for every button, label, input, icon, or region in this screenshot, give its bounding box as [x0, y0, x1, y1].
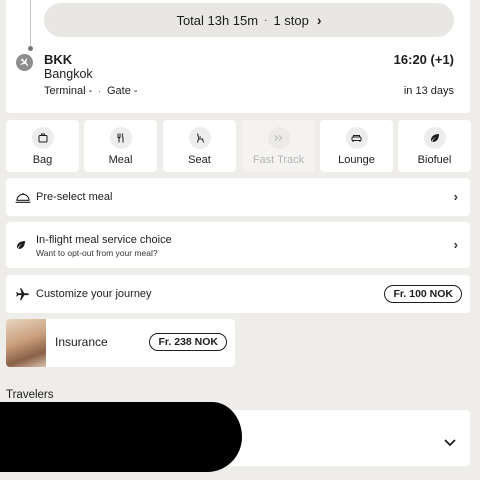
meal-icon: [109, 127, 132, 149]
separator-dot: ·: [264, 14, 268, 26]
total-duration-button[interactable]: Total 13h 15m · 1 stop ›: [44, 3, 454, 37]
terminal-text: Terminal -: [44, 85, 93, 97]
service-label: Biofuel: [417, 154, 452, 166]
chevron-right-icon: ›: [316, 12, 322, 28]
separator-dot: ·: [98, 86, 101, 96]
seat-icon: [188, 127, 211, 149]
insurance-photo: [6, 319, 46, 367]
fast-track-icon: [267, 127, 290, 149]
insurance-label: Insurance: [55, 335, 108, 349]
service-tile-lounge[interactable]: Lounge: [320, 120, 393, 172]
service-tile-seat[interactable]: Seat: [163, 120, 236, 172]
service-tile-fast-track: Fast Track: [242, 120, 315, 172]
departure-countdown: in 13 days: [403, 85, 454, 97]
customize-journey-row[interactable]: Customize your journey Fr. 100 NOK: [6, 275, 470, 313]
inflight-meal-subtext: Want to opt-out from your meal?: [36, 248, 158, 258]
preselect-meal-label: Pre-select meal: [36, 191, 113, 203]
leaf-icon: [15, 239, 27, 251]
service-tile-meal[interactable]: Meal: [84, 120, 157, 172]
timeline-dot: [28, 46, 33, 51]
service-tile-bag[interactable]: Bag: [6, 120, 79, 172]
meal-dish-icon: [15, 190, 31, 204]
travelers-heading: Travelers: [6, 389, 54, 401]
gate-text: Gate -: [106, 85, 138, 97]
chevron-right-icon: ›: [453, 189, 458, 204]
chevron-right-icon: ›: [453, 237, 458, 252]
terminal-gate-info: Terminal - · Gate -: [44, 85, 138, 97]
stops-text: 1 stop: [273, 12, 309, 28]
customize-journey-label: Customize your journey: [36, 288, 152, 300]
arrival-time: 16:20 (+1): [393, 52, 454, 67]
arrival-plane-icon: [16, 54, 33, 71]
lounge-icon: [345, 127, 368, 149]
service-label: Fast Track: [252, 154, 305, 166]
inflight-meal-label: In-flight meal service choice: [36, 234, 172, 246]
inflight-meal-row[interactable]: In-flight meal service choice Want to op…: [6, 222, 470, 268]
arrival-airport-code: BKK: [44, 52, 73, 67]
airplane-icon: [15, 287, 30, 302]
service-label: Meal: [108, 154, 133, 166]
flight-summary-card: Total 13h 15m · 1 stop › BKK Bangkok Ter…: [6, 0, 470, 113]
redacted-overlay: [0, 402, 242, 472]
chevron-down-icon[interactable]: [444, 434, 456, 452]
leaf-icon: [423, 127, 446, 149]
service-tile-biofuel[interactable]: Biofuel: [398, 120, 471, 172]
preselect-meal-row[interactable]: Pre-select meal ›: [6, 178, 470, 216]
service-label: Seat: [188, 154, 211, 166]
service-label: Bag: [32, 154, 53, 166]
arrival-city: Bangkok: [44, 67, 93, 81]
insurance-card[interactable]: Insurance Fr. 238 NOK: [6, 319, 235, 367]
service-label: Lounge: [338, 154, 375, 166]
bag-icon: [31, 127, 54, 149]
total-duration-text: Total 13h 15m: [176, 12, 259, 28]
customize-price-button[interactable]: Fr. 100 NOK: [384, 285, 462, 303]
timeline-line: [30, 0, 31, 51]
insurance-price-button[interactable]: Fr. 238 NOK: [149, 333, 227, 351]
